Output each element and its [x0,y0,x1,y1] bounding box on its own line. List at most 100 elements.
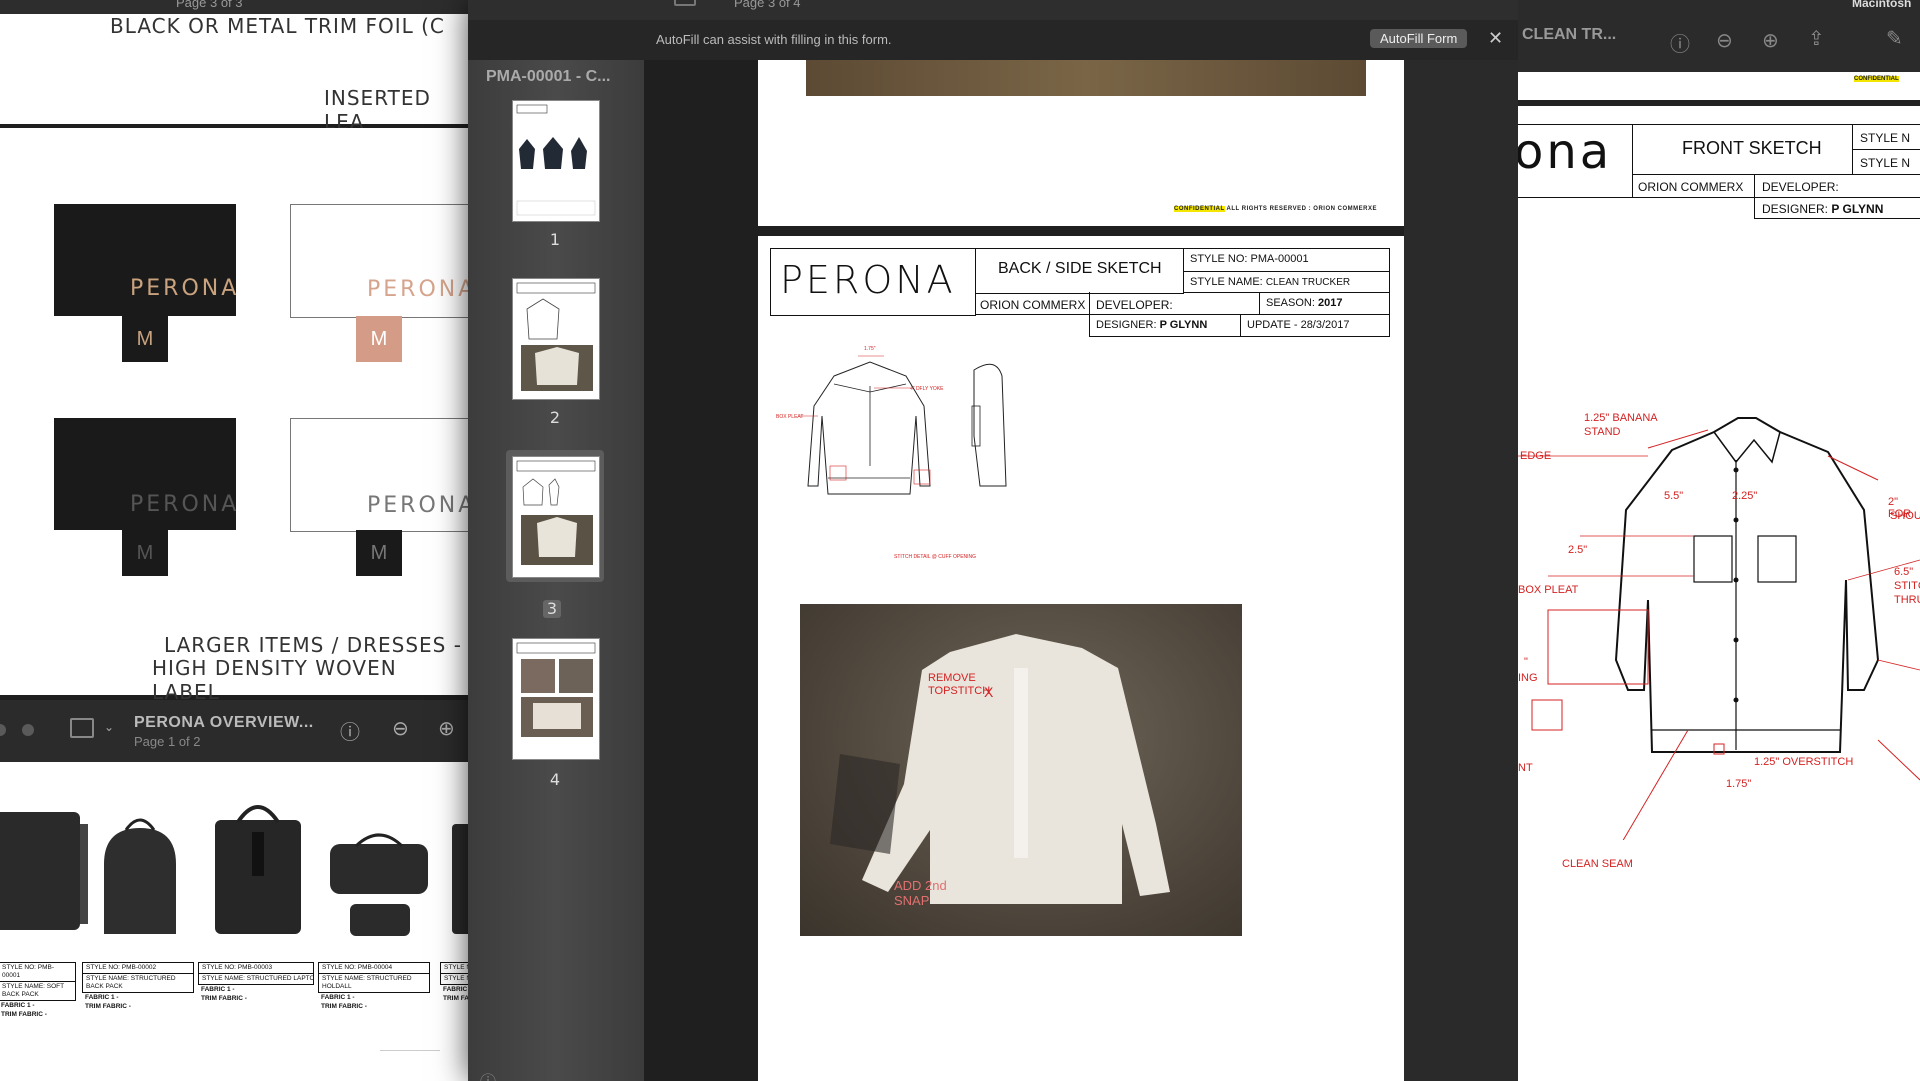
page-thumbnail-1[interactable] [512,100,600,222]
close-icon[interactable]: ✕ [1488,28,1503,49]
annotation-55: 5.5" [1664,490,1684,502]
style-name: STYLE NAME: STRUCTURED LAPTOP/TOTE [198,974,314,985]
jacket-button [1733,697,1739,703]
center-toolbar: Page 3 of 4 [468,0,1518,20]
trim-fabric: TRIM FAB [443,995,470,1002]
style-no: STYLE NO: PMB-00002 [82,962,194,974]
back-side-sketch [800,355,1007,495]
page-thumbnail-4[interactable] [512,638,600,760]
woven-label-white-4: PERONA [290,418,470,532]
sketch-title: BACK / SIDE SKETCH [998,260,1162,277]
measure-line [1622,729,1689,840]
zoom-in-icon[interactable]: ⊕ [438,716,455,740]
label-tag-2: M [356,316,402,362]
annotation-175: 1.75" [1726,778,1752,790]
bag-4 [330,844,428,894]
right-window: CLEAN TR... ⓘ ⊖ ⊕ ⇪ ✎ Macintosh CONFIDEN… [1518,0,1920,1081]
center-window: Page 3 of 4 AutoFill can assist with fil… [468,0,1518,1081]
share-icon[interactable]: ⇪ [1808,26,1825,50]
photo-note-snap-2: SNAP [894,893,930,908]
woven-label-black-1: PERONA [54,204,236,316]
photo-note-x: X [984,684,994,700]
autofill-bar: AutoFill can assist with filling in this… [468,20,1518,61]
jacket-pocket-left [1693,535,1733,583]
style-name-value: CLEAN TRUCKER [1265,277,1351,288]
traffic-light-icon[interactable] [22,724,34,736]
developer-label: DEVELOPER: [1096,298,1173,312]
measure-line [1877,739,1920,781]
style-no: STYLE NO: PMB-00004 [318,962,430,974]
confidential-notice: CONFIDENTIAL ALL RIGHTS RESERVED : ORION… [1174,206,1377,212]
lower-left-toolbar: ⌄ PERONA OVERVIEW... Page 1 of 2 ⓘ ⊖ ⊕ [0,700,470,762]
thumbnail-number-3: 3 [546,599,558,618]
sidebar-document-title: PMA-00001 - C... [486,68,611,85]
measure-line [1827,455,1879,481]
annotation-stit: STITC [1894,580,1920,592]
woven-label-white-2: PERONA [290,204,470,318]
markup-pen-icon[interactable]: ✎ [1886,26,1903,50]
jacket-button [1733,467,1739,473]
traffic-light-icon[interactable] [0,724,6,736]
photo-note-snap: ADD 2nd SNAP [894,878,947,908]
photo-jacket-shadow [830,754,900,854]
right-designer-label: DESIGNER: [1762,202,1829,216]
product-info-3: STYLE NO: PMB-00003 STYLE NAME: STRUCTUR… [198,962,314,1003]
label-tag-letter: M [370,542,388,564]
front-sketch-title: FRONT SKETCH [1682,138,1822,158]
jacket-pocket-right [1757,535,1797,583]
brand-logo: PERONA [780,258,956,302]
photo-jacket [830,634,1170,904]
photo-note-remove-1: REMOVE [928,672,976,684]
left-window: Page 3 of 3 BLACK OR METAL TRIM FOIL (C … [0,0,470,700]
zoom-out-icon[interactable]: ⊖ [392,716,409,740]
label-tag-letter: M [136,542,154,564]
thumb-1-preview [516,104,596,216]
page-2-bottom: CONFIDENTIAL ALL RIGHTS RESERVED : ORION… [758,60,1404,226]
confidential-highlight: CONFIDENTIAL [1174,206,1225,212]
chevron-down-icon[interactable]: ⌄ [104,720,114,734]
label-tag-1: M [122,316,168,362]
sketch-note-stitch: STITCH DETAIL @ CUFF OPENING [894,554,977,560]
right-company: ORION COMMERX [1638,180,1744,194]
sidebar-toggle-icon[interactable] [674,0,696,6]
label-brand-text: PERONA [367,493,470,518]
measure-box [913,469,931,485]
thumbnail-number-1: 1 [549,230,561,249]
document-right-margin [1404,60,1518,1081]
caption-line-1: LARGER ITEMS / DRESSES - [164,633,462,657]
sidebar-toggle-icon[interactable] [70,718,94,738]
annotation-clean-seam: CLEAN SEAM [1562,858,1633,870]
right-window-title: CLEAN TR... [1522,26,1617,43]
page-thumbnail-3[interactable] [512,456,600,578]
right-style-1: STYLE N [1860,131,1911,145]
thumbnail-number-2: 2 [549,408,561,427]
document-scroll-area[interactable]: CONFIDENTIAL ALL RIGHTS RESERVED : ORION… [644,60,1404,1081]
right-developer: DEVELOPER: [1762,180,1839,194]
photo-note-remove: REMOVE TOPSTITCH [928,672,990,698]
fabric: FABRIC 1 - [85,994,119,1001]
zoom-out-icon[interactable]: ⊖ [1716,28,1733,52]
page-thumbnail-2[interactable] [512,278,600,400]
info-icon[interactable]: ⓘ [480,1068,496,1081]
product-info-1: STYLE NO: PMB-00001 STYLE NAME: SOFT BAC… [0,962,76,1019]
thumb-2-preview [516,282,596,391]
annotation-65: 6.5" [1894,566,1914,578]
zoom-in-icon[interactable]: ⊕ [1762,28,1779,52]
style-name-field: STYLE NAME: CLEAN TRUCKER [1190,276,1350,288]
label-brand-text: PERONA [130,276,240,301]
designer-field: DESIGNER: P GLYNN [1096,319,1207,331]
right-toolbar: CLEAN TR... ⓘ ⊖ ⊕ ⇪ ✎ Macintosh [1518,0,1920,72]
info-icon[interactable]: ⓘ [340,716,360,745]
left-window-toolbar: Page 3 of 3 [0,0,470,14]
right-confidential: CONFIDENTIAL [1854,76,1899,82]
fabric: FABRIC 1 - [201,986,235,993]
label-brand-text: PERONA [367,277,470,302]
style-no-value: PMA-00001 [1250,253,1309,265]
lower-left-title: PERONA OVERVIEW... [134,714,314,731]
info-icon[interactable]: ⓘ [1670,28,1690,57]
center-page-indicator: Page 3 of 4 [734,0,801,10]
autofill-form-button[interactable]: AutoFill Form [1370,29,1468,48]
label-tag-3: M [122,530,168,576]
update-field: UPDATE - 28/3/2017 [1247,319,1350,331]
designer-value: P GLYNN [1159,319,1208,331]
